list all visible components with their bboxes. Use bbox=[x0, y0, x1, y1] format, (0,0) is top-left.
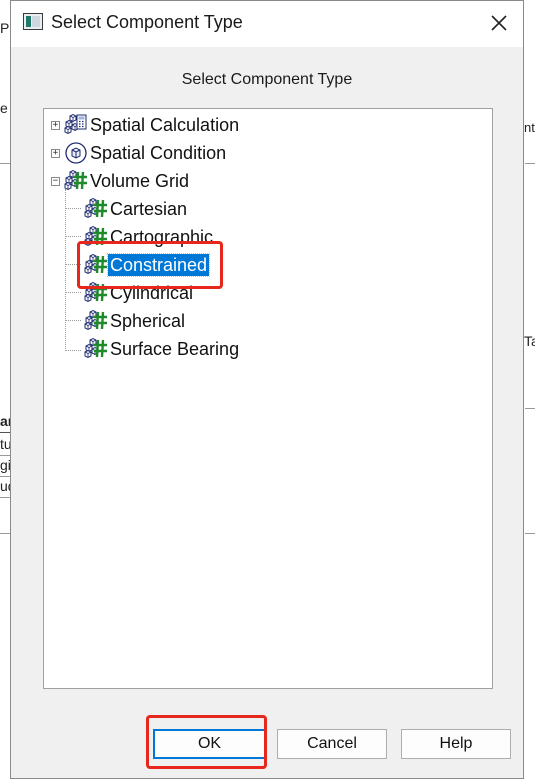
tree-item-spatial-calculation[interactable]: Spatial Calculation bbox=[64, 113, 241, 137]
tree-item-label: Constrained bbox=[106, 253, 211, 277]
tree-item-cartesian[interactable]: Cartesian bbox=[84, 197, 189, 221]
spatial-condition-icon bbox=[65, 142, 87, 164]
dialog-title: Select Component Type bbox=[51, 12, 243, 32]
ok-button[interactable]: OK bbox=[153, 729, 266, 759]
volume-grid-icon bbox=[84, 226, 108, 247]
volume-grid-icon bbox=[84, 254, 108, 275]
background-divider bbox=[0, 533, 10, 534]
tree-connector bbox=[65, 320, 81, 321]
background-text-fragment: ntr bbox=[524, 120, 535, 135]
tree-item-label: Spatial Condition bbox=[90, 143, 227, 163]
tree-connector bbox=[65, 350, 81, 351]
background-text-fragment: Ta bbox=[524, 333, 535, 349]
background-divider bbox=[0, 163, 10, 164]
cancel-button[interactable]: Cancel bbox=[277, 729, 387, 759]
tree-item-label: Cartesian bbox=[110, 199, 188, 219]
expand-toggle-spatial-condition[interactable]: + bbox=[51, 149, 60, 158]
select-component-type-dialog: Select Component Type Select Component T… bbox=[10, 0, 524, 779]
spatial-calculation-icon bbox=[64, 114, 87, 134]
tree-connector bbox=[65, 236, 81, 237]
collapse-toggle-volume-grid[interactable]: − bbox=[51, 177, 60, 186]
tree-item-label: Surface Bearing bbox=[110, 339, 240, 359]
tree-item-constrained[interactable]: Constrained bbox=[84, 253, 211, 277]
volume-grid-icon bbox=[64, 170, 88, 191]
tree-item-cartographic[interactable]: Cartographic bbox=[84, 225, 215, 249]
background-divider bbox=[525, 533, 535, 534]
tree-item-label: Spatial Calculation bbox=[90, 115, 240, 135]
background-divider bbox=[525, 408, 535, 409]
tree-item-label: Volume Grid bbox=[90, 171, 190, 191]
tree-item-cylindrical[interactable]: Cylindrical bbox=[84, 281, 195, 305]
background-table-line bbox=[0, 497, 10, 498]
tree-item-spherical[interactable]: Spherical bbox=[84, 309, 187, 333]
tree-connector bbox=[65, 208, 81, 209]
tree-item-label: Cartographic bbox=[110, 227, 214, 247]
tree-item-surface-bearing[interactable]: Surface Bearing bbox=[84, 337, 241, 361]
expand-toggle-spatial-calculation[interactable]: + bbox=[51, 121, 60, 130]
dialog-heading: Select Component Type bbox=[181, 71, 353, 88]
volume-grid-icon bbox=[84, 198, 108, 219]
tree-connector bbox=[65, 264, 81, 265]
background-divider bbox=[525, 163, 535, 164]
background-table-line bbox=[0, 432, 10, 433]
tree-connector bbox=[65, 189, 66, 351]
tree-item-label: Spherical bbox=[110, 311, 186, 331]
volume-grid-icon bbox=[84, 310, 108, 331]
tree-item-volume-grid[interactable]: Volume Grid bbox=[64, 169, 191, 193]
tree-item-spatial-condition[interactable]: Spatial Condition bbox=[64, 141, 228, 165]
background-text-fragment: e bbox=[0, 100, 8, 116]
app-window-icon bbox=[23, 13, 43, 30]
background-text-fragment: P bbox=[0, 20, 10, 36]
component-type-tree[interactable]: + + − Spatial Calculation Spatial Condit… bbox=[43, 108, 493, 689]
volume-grid-icon bbox=[84, 338, 108, 359]
help-button[interactable]: Help bbox=[401, 729, 511, 759]
close-icon[interactable] bbox=[481, 9, 517, 39]
background-table-line bbox=[0, 476, 10, 477]
title-bar[interactable]: Select Component Type bbox=[11, 1, 523, 47]
background-table-line bbox=[0, 455, 10, 456]
tree-connector bbox=[65, 292, 81, 293]
volume-grid-icon bbox=[84, 282, 108, 303]
tree-item-label: Cylindrical bbox=[110, 283, 194, 303]
